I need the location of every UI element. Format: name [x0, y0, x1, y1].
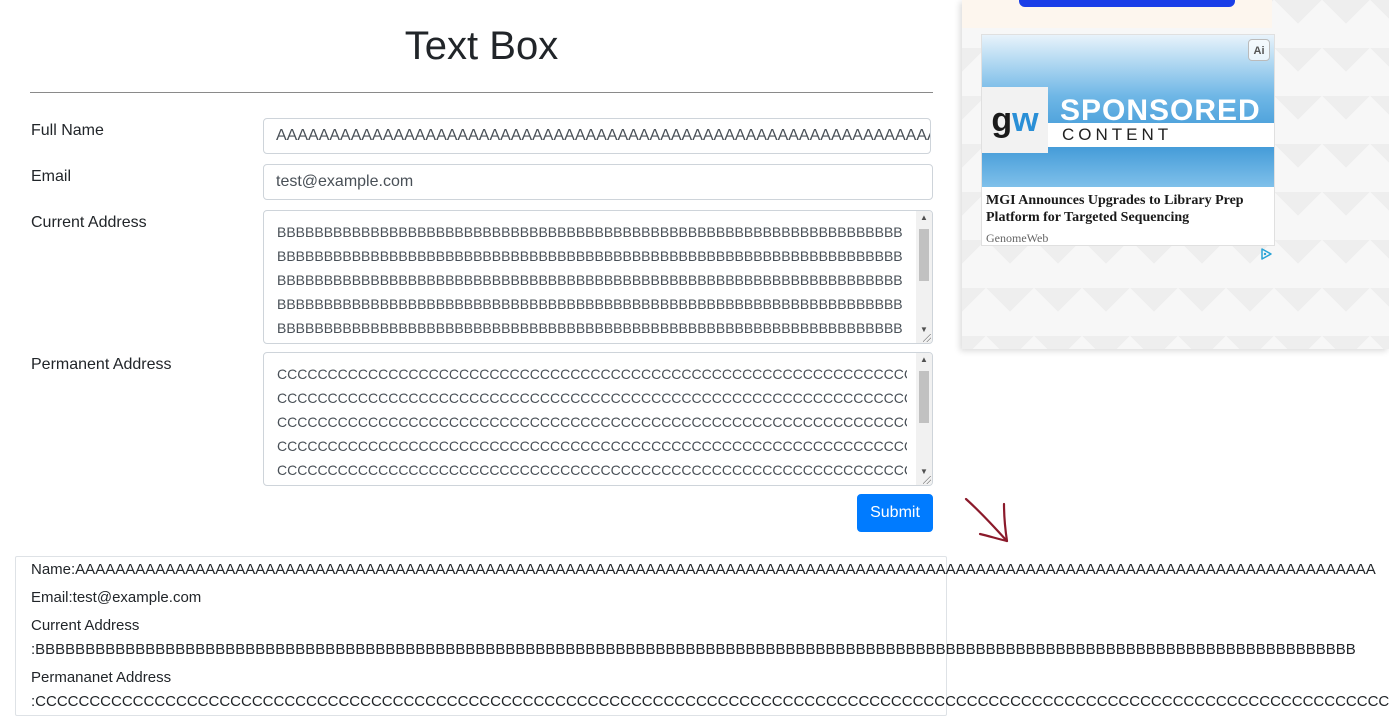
- ad-banner-subtitle: CONTENT: [1062, 125, 1173, 144]
- output-email: Email:test@example.com: [31, 589, 202, 606]
- email-input[interactable]: test@example.com: [263, 164, 933, 200]
- ad-image[interactable]: gw SPONSORED CONTENT Ai: [982, 35, 1274, 187]
- resize-grip-icon[interactable]: [923, 476, 931, 484]
- submit-button[interactable]: Submit: [857, 494, 933, 532]
- current-address-line: BBBBBBBBBBBBBBBBBBBBBBBBBBBBBBBBBBBBBBBB…: [277, 248, 903, 264]
- ai-badge-icon[interactable]: Ai: [1248, 39, 1270, 61]
- scroll-up-arrow-icon[interactable]: ▲: [916, 353, 932, 367]
- current-address-line: BBBBBBBBBBBBBBBBBBBBBBBBBBBBBBBBBBBBBBBB…: [277, 320, 903, 336]
- permanent-address-text: CCCCCCCCCCCCCCCCCCCCCCCCCCCCCCCCCCCCCCCC…: [277, 362, 907, 482]
- scroll-thumb[interactable]: [919, 371, 929, 423]
- current-address-text: BBBBBBBBBBBBBBBBBBBBBBBBBBBBBBBBBBBBBBBB…: [277, 220, 907, 340]
- ad-card[interactable]: gw SPONSORED CONTENT Ai MGI Announces Up…: [981, 34, 1275, 246]
- scroll-thumb[interactable]: [919, 229, 929, 281]
- output-current-address-value: :BBBBBBBBBBBBBBBBBBBBBBBBBBBBBBBBBBBBBBB…: [31, 641, 1356, 658]
- permanent-address-line: CCCCCCCCCCCCCCCCCCCCCCCCCCCCCCCCCCCCCCCC…: [277, 390, 907, 406]
- permanent-address-scrollbar[interactable]: ▲ ▼: [916, 353, 932, 485]
- resize-grip-icon[interactable]: [923, 334, 931, 342]
- genomeweb-logo: gw: [982, 87, 1048, 153]
- hand-drawn-arrow-icon: [964, 497, 1009, 543]
- logo-letter-w: w: [1012, 101, 1039, 139]
- current-address-label: Current Address: [31, 214, 147, 231]
- permanent-address-label: Permanent Address: [31, 356, 172, 373]
- output-permanent-address-value: :CCCCCCCCCCCCCCCCCCCCCCCCCCCCCCCCCCCCCCC…: [31, 693, 1389, 710]
- permanent-address-line: CCCCCCCCCCCCCCCCCCCCCCCCCCCCCCCCCCCCCCCC…: [277, 438, 907, 454]
- ad-choices-icon[interactable]: [1260, 248, 1272, 260]
- current-address-line: BBBBBBBBBBBBBBBBBBBBBBBBBBBBBBBBBBBBBBBB…: [277, 272, 903, 288]
- output-name: Name:AAAAAAAAAAAAAAAAAAAAAAAAAAAAAAAAAAA…: [31, 561, 1376, 578]
- permanent-address-line: CCCCCCCCCCCCCCCCCCCCCCCCCCCCCCCCCCCCCCCC…: [277, 414, 907, 430]
- current-address-scrollbar[interactable]: ▲ ▼: [916, 211, 932, 343]
- output-current-address-label: Current Address: [31, 617, 140, 634]
- scroll-up-arrow-icon[interactable]: ▲: [916, 211, 932, 225]
- full-name-input[interactable]: AAAAAAAAAAAAAAAAAAAAAAAAAAAAAAAAAAAAAAAA…: [263, 118, 931, 154]
- ad-headline[interactable]: MGI Announces Upgrades to Library Prep P…: [986, 192, 1270, 226]
- full-name-label: Full Name: [31, 122, 104, 139]
- ad-top-button[interactable]: [1019, 0, 1235, 7]
- email-label: Email: [31, 168, 72, 185]
- permanent-address-line: CCCCCCCCCCCCCCCCCCCCCCCCCCCCCCCCCCCCCCCC…: [277, 462, 907, 478]
- permanent-address-textarea[interactable]: CCCCCCCCCCCCCCCCCCCCCCCCCCCCCCCCCCCCCCCC…: [263, 352, 933, 486]
- logo-letter-g: g: [991, 101, 1013, 139]
- ad-panel: gw SPONSORED CONTENT Ai MGI Announces Up…: [962, 0, 1389, 349]
- output-permanent-address-label: Permananet Address: [31, 669, 172, 686]
- ad-banner-title: SPONSORED: [1060, 94, 1261, 127]
- ad-source: GenomeWeb: [986, 231, 1049, 245]
- permanent-address-line: CCCCCCCCCCCCCCCCCCCCCCCCCCCCCCCCCCCCCCCC…: [277, 366, 907, 382]
- current-address-line: BBBBBBBBBBBBBBBBBBBBBBBBBBBBBBBBBBBBBBBB…: [277, 224, 903, 240]
- current-address-line: BBBBBBBBBBBBBBBBBBBBBBBBBBBBBBBBBBBBBBBB…: [277, 296, 903, 312]
- current-address-textarea[interactable]: BBBBBBBBBBBBBBBBBBBBBBBBBBBBBBBBBBBBBBBB…: [263, 210, 933, 344]
- page-title: Text Box: [404, 24, 559, 68]
- title-divider: [30, 92, 933, 93]
